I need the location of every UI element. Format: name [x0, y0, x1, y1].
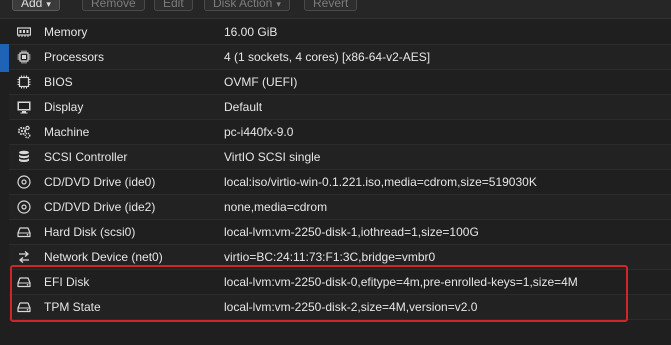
hardware-row-value: virtio=BC:24:11:73:F1:3C,bridge=vmbr0: [224, 250, 436, 264]
hardware-row-label: Machine: [44, 125, 90, 139]
hardware-row-network-net0[interactable]: Network Device (net0) virtio=BC:24:11:73…: [9, 245, 671, 270]
hardware-row-bios[interactable]: BIOS OVMF (UEFI): [9, 70, 671, 95]
disk-action-button-label: Disk Action: [213, 0, 273, 10]
network-icon: [17, 250, 31, 264]
hardware-row-label: Hard Disk (scsi0): [44, 225, 136, 239]
hardware-row-label: BIOS: [44, 75, 73, 89]
remove-button[interactable]: Remove: [82, 0, 145, 11]
hardware-row-value: VirtIO SCSI single: [224, 150, 321, 164]
hardware-row-label: CD/DVD Drive (ide0): [44, 175, 156, 189]
disk-action-button[interactable]: Disk Action ▾: [204, 0, 290, 11]
chevron-down-icon: ▾: [46, 0, 51, 9]
hardware-row-label: Display: [44, 100, 84, 114]
hardware-row-value: 4 (1 sockets, 4 cores) [x86-64-v2-AES]: [224, 50, 431, 64]
hdd-icon: [17, 300, 31, 314]
hardware-row-label: Memory: [44, 25, 88, 39]
revert-button[interactable]: Revert: [304, 0, 358, 11]
hardware-list: Memory 16.00 GiB Processors 4 (1 sockets…: [9, 20, 671, 320]
hardware-row-value: local:iso/virtio-win-0.1.221.iso,media=c…: [224, 175, 537, 189]
add-button-label: Add: [21, 0, 43, 10]
hardware-row-scsi-controller[interactable]: SCSI Controller VirtIO SCSI single: [9, 145, 671, 170]
hardware-row-memory[interactable]: Memory 16.00 GiB: [9, 20, 671, 45]
hardware-toolbar: Add ▾ Remove Edit Disk Action ▾ Revert: [0, 0, 671, 19]
hardware-row-value: none,media=cdrom: [224, 200, 328, 214]
chip-icon: [17, 75, 31, 89]
hardware-row-value: OVMF (UEFI): [224, 75, 298, 89]
hardware-row-label: SCSI Controller: [44, 150, 128, 164]
edit-button-label: Edit: [163, 0, 184, 10]
hardware-row-label: EFI Disk: [44, 275, 90, 289]
hardware-row-label: CD/DVD Drive (ide2): [44, 200, 156, 214]
hardware-row-cdrom-ide2[interactable]: CD/DVD Drive (ide2) none,media=cdrom: [9, 195, 671, 220]
cpu-icon: [17, 50, 31, 64]
memory-icon: [17, 25, 31, 39]
hardware-row-tpm-state[interactable]: TPM State local-lvm:vm-2250-disk-2,size=…: [9, 295, 671, 320]
hardware-row-machine[interactable]: Machine pc-i440fx-9.0: [9, 120, 671, 145]
hardware-row-value: local-lvm:vm-2250-disk-2,size=4M,version…: [224, 300, 478, 314]
hardware-row-value: Default: [224, 100, 263, 114]
remove-button-label: Remove: [91, 0, 136, 10]
hardware-row-processors[interactable]: Processors 4 (1 sockets, 4 cores) [x86-6…: [9, 45, 671, 70]
hardware-row-hard-disk-scsi0[interactable]: Hard Disk (scsi0) local-lvm:vm-2250-disk…: [9, 220, 671, 245]
revert-button-label: Revert: [313, 0, 349, 10]
gears-icon: [17, 125, 31, 139]
hardware-row-cdrom-ide0[interactable]: CD/DVD Drive (ide0) local:iso/virtio-win…: [9, 170, 671, 195]
hdd-icon: [17, 275, 31, 289]
add-button[interactable]: Add ▾: [12, 0, 60, 11]
hardware-row-display[interactable]: Display Default: [9, 95, 671, 120]
hardware-row-value: local-lvm:vm-2250-disk-1,iothread=1,size…: [224, 225, 479, 239]
hardware-row-label: Processors: [44, 50, 105, 64]
monitor-icon: [17, 100, 31, 114]
edit-button[interactable]: Edit: [154, 0, 193, 11]
hardware-panel: Add ▾ Remove Edit Disk Action ▾ Revert Mem…: [0, 0, 671, 345]
hdd-icon: [17, 225, 31, 239]
database-icon: [17, 150, 31, 164]
hardware-row-value: 16.00 GiB: [224, 25, 278, 39]
disc-icon: [17, 200, 31, 214]
hardware-row-efi-disk[interactable]: EFI Disk local-lvm:vm-2250-disk-0,efityp…: [9, 270, 671, 295]
hardware-row-label: TPM State: [44, 300, 101, 314]
disc-icon: [17, 175, 31, 189]
hardware-row-value: pc-i440fx-9.0: [224, 125, 294, 139]
hardware-row-label: Network Device (net0): [44, 250, 163, 264]
hardware-row-value: local-lvm:vm-2250-disk-0,efitype=4m,pre-…: [224, 275, 578, 289]
chevron-down-icon: ▾: [276, 0, 281, 9]
selection-accent: [0, 44, 9, 72]
